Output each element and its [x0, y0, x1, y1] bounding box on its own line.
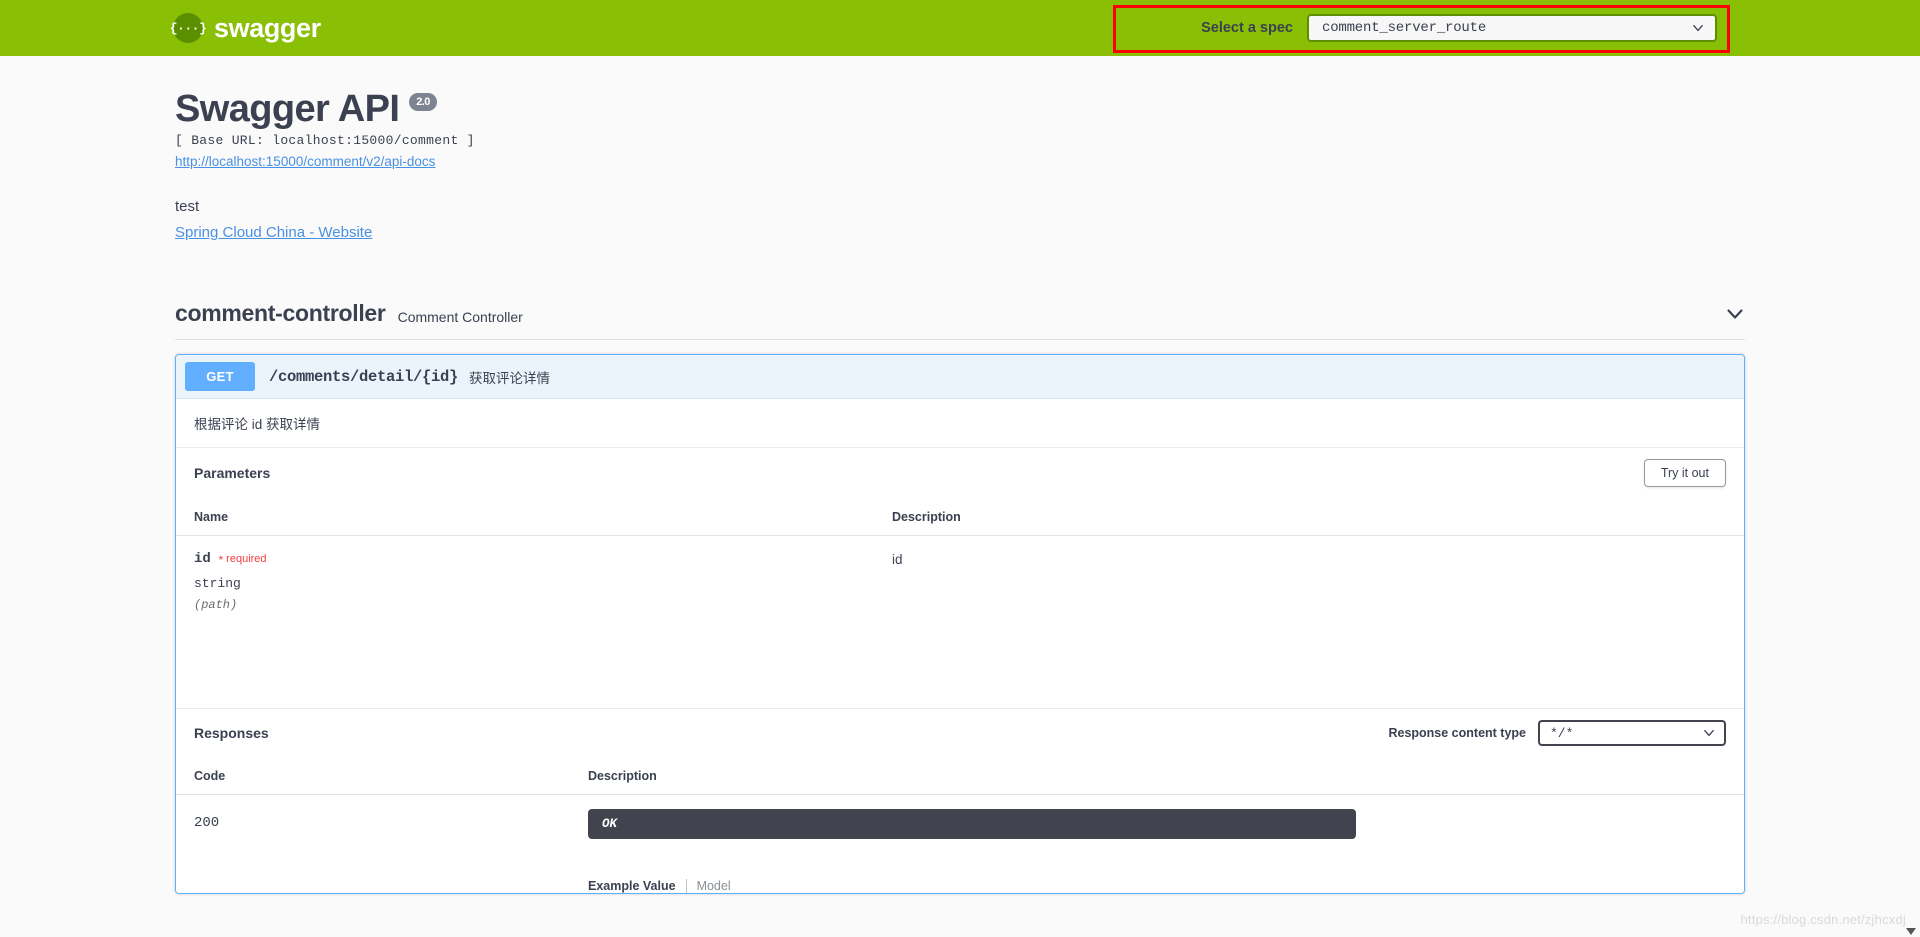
spec-selector: Select a spec comment_server_route — [1201, 14, 1765, 42]
page-title: Swagger API 2.0 — [175, 88, 1765, 131]
operation-path: /comments/detail/{id} — [269, 367, 459, 386]
operation-summary-text: 获取评论详情 — [469, 370, 551, 386]
swagger-wordmark: swagger — [214, 12, 321, 43]
chevron-down-icon — [1693, 24, 1703, 32]
api-info-block: Swagger API 2.0 [ Base URL: localhost:15… — [155, 56, 1765, 242]
api-title-text: Swagger API — [175, 88, 400, 130]
parameter-name-line: id * required — [194, 550, 874, 567]
response-content-type-label: Response content type — [1388, 726, 1526, 740]
parameter-name-cell: id * required string (path) — [176, 536, 874, 709]
parameter-description-cell: id — [874, 536, 1744, 709]
api-version-badge: 2.0 — [409, 92, 437, 111]
parameters-title: Parameters — [194, 465, 271, 481]
response-description-cell: OK Example Value Model — [570, 795, 1744, 893]
responses-col-description: Description — [570, 759, 1744, 795]
operation-summary-row[interactable]: GET /comments/detail/{id} 获取评论详情 — [176, 355, 1744, 398]
parameter-description: id — [892, 552, 903, 567]
parameter-location: (path) — [194, 598, 238, 612]
tag-section: comment-controller Comment Controller GE… — [155, 300, 1765, 894]
required-star-icon: * — [218, 553, 224, 567]
spec-select[interactable]: comment_server_route — [1307, 14, 1717, 42]
chevron-down-icon — [1704, 729, 1714, 737]
external-docs-link[interactable]: Spring Cloud China - Website — [175, 224, 372, 241]
swagger-logo[interactable]: {···} swagger — [170, 12, 321, 44]
parameters-section-bar: Parameters Try it out — [176, 447, 1744, 500]
required-label: required — [226, 553, 267, 565]
responses-col-code: Code — [176, 759, 570, 795]
response-code-cell: 200 — [176, 795, 570, 894]
tab-example-value[interactable]: Example Value — [588, 879, 686, 893]
tag-description: Comment Controller — [397, 308, 523, 325]
response-code: 200 — [194, 815, 220, 831]
spec-select-value: comment_server_route — [1322, 20, 1487, 36]
responses-header-row: Code Description — [176, 759, 1744, 795]
response-description: OK — [588, 809, 1356, 839]
api-docs-link[interactable]: http://localhost:15000/comment/v2/api-do… — [175, 154, 435, 169]
scroll-down-arrow-icon[interactable] — [1906, 928, 1916, 935]
parameters-table: Name Description id * required string (p… — [176, 500, 1744, 708]
tag-name: comment-controller — [175, 300, 386, 326]
swagger-braces-icon: {···} — [170, 13, 207, 43]
parameter-type: string — [194, 576, 241, 591]
operation-body: 根据评论 id 获取详情 Parameters Try it out Name … — [176, 398, 1744, 893]
tab-model[interactable]: Model — [687, 879, 731, 893]
parameter-name: id — [194, 551, 211, 567]
example-tabs: Example Value Model — [588, 879, 1744, 893]
watermark: https://blog.csdn.net/zjhcxdj — [1740, 912, 1906, 927]
responses-table: Code Description 200 OK Example Value Mo… — [176, 759, 1744, 893]
responses-title: Responses — [194, 725, 269, 741]
parameter-required-badge: * required — [218, 553, 267, 567]
main-container: Swagger API 2.0 [ Base URL: localhost:15… — [135, 56, 1785, 894]
chevron-down-icon[interactable] — [1725, 304, 1745, 324]
top-bar: {···} swagger Select a spec comment_serv… — [0, 0, 1920, 56]
parameters-col-name: Name — [176, 500, 874, 536]
operation-block: GET /comments/detail/{id} 获取评论详情 根据评论 id… — [175, 354, 1745, 894]
try-it-out-button[interactable]: Try it out — [1643, 459, 1726, 487]
top-bar-inner: {···} swagger Select a spec comment_serv… — [135, 13, 1785, 44]
operation-description: 根据评论 id 获取详情 — [176, 398, 1744, 447]
api-base-url: [ Base URL: localhost:15000/comment ] — [175, 133, 475, 148]
tag-header[interactable]: comment-controller Comment Controller — [175, 300, 1745, 340]
responses-section-bar: Responses Response content type */* — [176, 708, 1744, 759]
http-method-badge: GET — [185, 362, 255, 391]
spec-selector-label: Select a spec — [1201, 20, 1293, 36]
table-row: id * required string (path) id — [176, 536, 1744, 709]
response-content-type-select[interactable]: */* — [1538, 720, 1726, 746]
api-description: test — [175, 198, 200, 215]
parameters-col-description: Description — [874, 500, 1744, 536]
table-row: 200 OK Example Value Model — [176, 795, 1744, 894]
response-content-type-value: */* — [1550, 725, 1574, 741]
parameters-header-row: Name Description — [176, 500, 1744, 536]
